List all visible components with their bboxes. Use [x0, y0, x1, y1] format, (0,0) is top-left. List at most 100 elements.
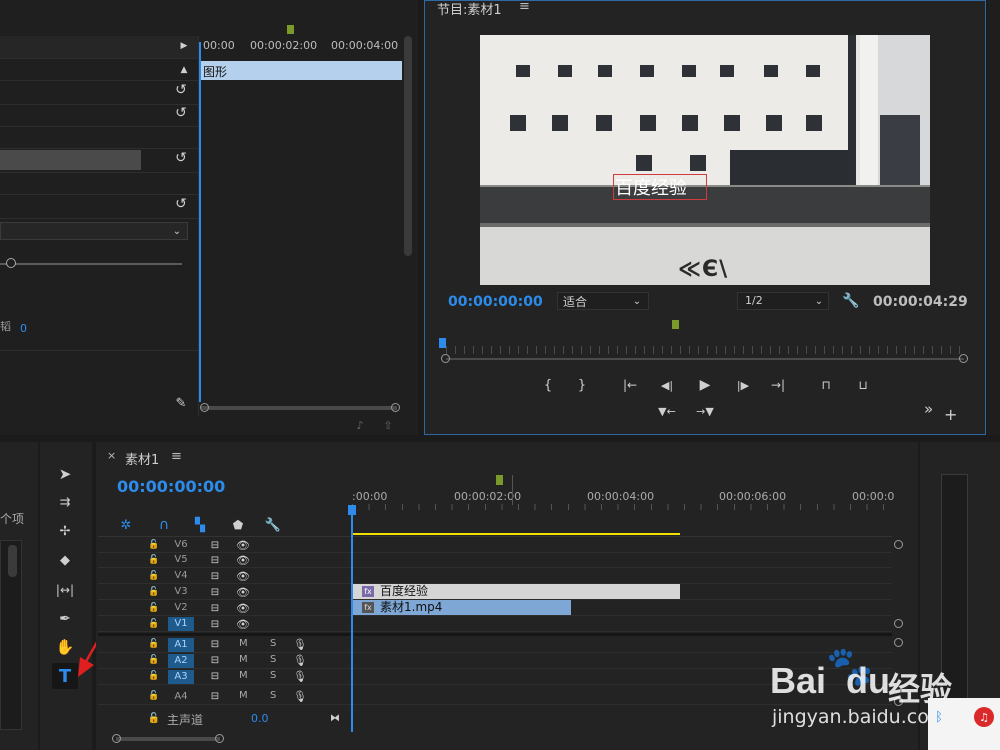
music-app-icon[interactable]: ♫ [974, 707, 994, 727]
master-track-value[interactable]: 0.0 [251, 712, 269, 725]
solo-button[interactable]: S [270, 670, 276, 681]
go-to-out-icon[interactable]: →| [768, 377, 788, 393]
solo-button[interactable]: S [270, 690, 276, 701]
go-to-end-icon[interactable]: ⧓ [327, 711, 343, 725]
track-target[interactable]: A1 [168, 638, 194, 652]
sync-lock-icon[interactable]: ⊟ [208, 539, 222, 551]
sync-lock-icon[interactable]: ⊟ [208, 618, 222, 630]
sync-lock-icon[interactable]: ⊟ [208, 554, 222, 566]
export-icon[interactable]: ⇧ [380, 418, 396, 432]
color-swatch[interactable] [0, 150, 141, 170]
track-target[interactable]: V4 [168, 569, 194, 583]
sequence-tab[interactable]: 素材1 [125, 449, 159, 468]
ec-scrollbar[interactable] [404, 36, 412, 256]
overflow-icon[interactable]: » [924, 400, 933, 418]
program-timecode[interactable]: 00:00:00:00 [448, 294, 543, 310]
step-back-icon[interactable]: ◀| [657, 377, 677, 393]
mark-in-icon[interactable]: { [541, 377, 555, 393]
track-target[interactable]: V6 [168, 538, 194, 552]
sync-lock-icon[interactable]: ⊟ [208, 654, 222, 666]
timeline-timecode[interactable]: 00:00:00:00 [117, 477, 225, 496]
zoom-handle[interactable] [959, 354, 968, 363]
slider-handle[interactable] [6, 258, 16, 268]
ec-playhead[interactable] [199, 42, 201, 402]
microphone-icon[interactable]: 🎙 [293, 653, 307, 667]
param-value[interactable]: 0 [20, 322, 27, 335]
mark-out-icon[interactable]: } [575, 377, 589, 393]
mute-button[interactable]: M [239, 654, 248, 665]
eye-icon[interactable]: 👁 [236, 539, 250, 552]
eye-icon[interactable]: 👁 [236, 618, 250, 631]
reset-icon[interactable]: ↺ [172, 82, 190, 98]
lock-icon[interactable]: 🔓 [148, 586, 160, 598]
lock-icon[interactable]: 🔓 [148, 711, 160, 725]
track-target[interactable]: V5 [168, 553, 194, 567]
nest-icon[interactable]: ✲ [117, 516, 135, 534]
eye-icon[interactable]: 👁 [236, 554, 250, 567]
sync-lock-icon[interactable]: ⊟ [208, 586, 222, 598]
hscroll-handle[interactable] [112, 734, 121, 743]
vscroll-handle[interactable] [894, 619, 903, 628]
solo-button[interactable]: S [270, 654, 276, 665]
selection-tool-icon[interactable]: ➤ [55, 464, 75, 484]
track-target[interactable]: A4 [168, 690, 194, 704]
reset-icon[interactable]: ↺ [172, 196, 190, 212]
slider-track[interactable] [0, 263, 182, 265]
eye-icon[interactable]: 👁 [236, 570, 250, 583]
lock-icon[interactable]: 🔓 [148, 690, 160, 702]
scrub-track[interactable] [446, 358, 964, 360]
bluetooth-icon[interactable]: ᛒ [930, 708, 948, 726]
track-target[interactable]: V3 [168, 585, 194, 599]
track-select-tool-icon[interactable]: ⇉ [55, 492, 75, 512]
timeline-playhead[interactable] [351, 512, 353, 732]
wrench-icon[interactable]: 🔧 [842, 292, 860, 310]
sync-lock-icon[interactable]: ⊟ [208, 602, 222, 614]
project-scrollbar[interactable] [8, 545, 17, 577]
add-marker-icon[interactable]: ⬟ [229, 516, 247, 534]
lock-icon[interactable]: 🔓 [148, 539, 160, 551]
ec-clip-bar[interactable] [201, 61, 402, 80]
overwrite-icon[interactable]: →▼ [694, 404, 716, 418]
lock-icon[interactable]: 🔓 [148, 602, 160, 614]
program-monitor-title[interactable]: 节目:素材1 [437, 0, 502, 18]
hscroll-track[interactable] [116, 737, 220, 741]
lock-icon[interactable]: 🔓 [148, 618, 160, 630]
lock-icon[interactable]: 🔓 [148, 554, 160, 566]
work-area-bar[interactable] [352, 533, 680, 535]
hscroll-handle[interactable] [215, 734, 224, 743]
audio-icon[interactable]: ♪ [352, 418, 368, 432]
sync-lock-icon[interactable]: ⊟ [208, 638, 222, 650]
sync-lock-icon[interactable]: ⊟ [208, 670, 222, 682]
go-to-in-icon[interactable]: |← [620, 377, 640, 393]
mute-button[interactable]: M [239, 670, 248, 681]
reset-icon[interactable]: ↺ [172, 105, 190, 121]
ec-hscroll[interactable] [201, 406, 397, 410]
lock-icon[interactable]: 🔓 [148, 654, 160, 666]
sync-lock-icon[interactable]: ⊟ [208, 690, 222, 702]
scroll-handle[interactable] [391, 403, 400, 412]
add-button-icon[interactable]: + [944, 405, 957, 424]
eye-icon[interactable]: 👁 [236, 602, 250, 615]
zoom-handle[interactable] [441, 354, 450, 363]
reset-icon[interactable]: ↺ [172, 150, 190, 166]
eye-icon[interactable]: 👁 [236, 586, 250, 599]
panel-menu-icon[interactable]: ≡ [519, 0, 530, 14]
play-icon[interactable]: ▶ [695, 376, 715, 394]
insert-icon[interactable]: ▼← [656, 404, 678, 418]
microphone-icon[interactable]: 🎙 [293, 669, 307, 683]
snap-icon[interactable]: ∩ [155, 516, 173, 534]
microphone-icon[interactable]: 🎙 [293, 637, 307, 651]
mute-button[interactable]: M [239, 690, 248, 701]
scroll-handle[interactable] [200, 403, 209, 412]
sync-lock-icon[interactable]: ⊟ [208, 570, 222, 582]
wrench-icon[interactable]: 🔧 [264, 516, 282, 534]
step-forward-icon[interactable]: |▶ [733, 377, 753, 393]
track-target[interactable]: A2 [168, 654, 194, 668]
collapse-up-icon[interactable]: ▲ [178, 64, 190, 76]
track-target[interactable]: V2 [168, 601, 194, 615]
microphone-icon[interactable]: 🎙 [293, 689, 307, 703]
expand-right-icon[interactable]: ▶ [178, 40, 190, 52]
close-tab-icon[interactable]: × [107, 449, 116, 462]
mute-button[interactable]: M [239, 638, 248, 649]
extract-icon[interactable]: ⊔ [852, 377, 874, 393]
